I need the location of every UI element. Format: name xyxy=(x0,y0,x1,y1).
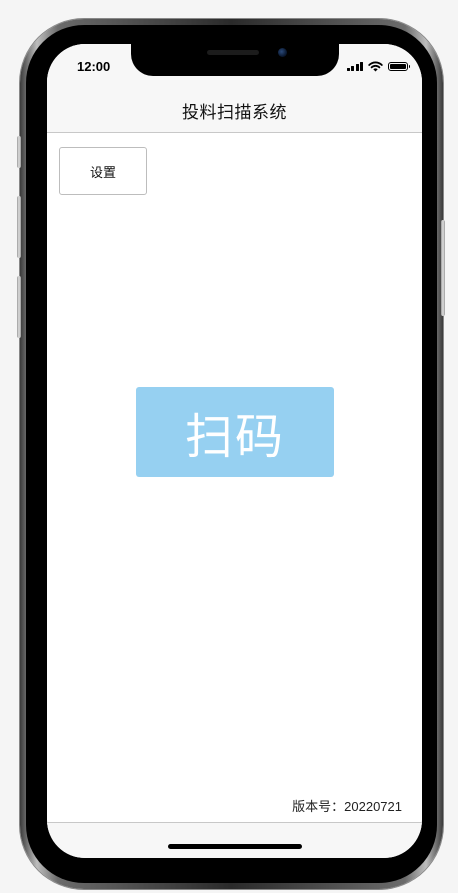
notch xyxy=(131,44,339,76)
settings-button-label: 设置 xyxy=(89,165,116,181)
screen: 12:00 投料扫描系统 设置 扫码 版本号：20220721 xyxy=(47,44,422,858)
mute-switch xyxy=(17,136,21,168)
home-indicator[interactable] xyxy=(168,844,302,849)
version-label: 版本号：20220721 xyxy=(292,799,402,814)
cellular-signal-icon xyxy=(346,61,363,71)
bottom-bar xyxy=(47,822,422,858)
front-camera xyxy=(278,48,287,57)
volume-up-button xyxy=(17,196,21,258)
scan-button[interactable]: 扫码 xyxy=(136,387,334,477)
page-title: 投料扫描系统 xyxy=(182,102,287,123)
status-icons xyxy=(346,60,410,72)
volume-down-button xyxy=(17,276,21,338)
settings-button[interactable]: 设置 xyxy=(59,147,147,195)
page: 12:00 投料扫描系统 设置 扫码 版本号：20220721 xyxy=(0,0,458,893)
speaker-grille xyxy=(207,50,259,55)
wifi-icon xyxy=(368,61,383,71)
status-time: 12:00 xyxy=(77,59,111,74)
scan-button-label: 扫码 xyxy=(184,409,285,465)
battery-icon xyxy=(388,61,410,71)
power-button xyxy=(441,220,445,316)
navigation-bar: 投料扫描系统 xyxy=(47,88,422,133)
